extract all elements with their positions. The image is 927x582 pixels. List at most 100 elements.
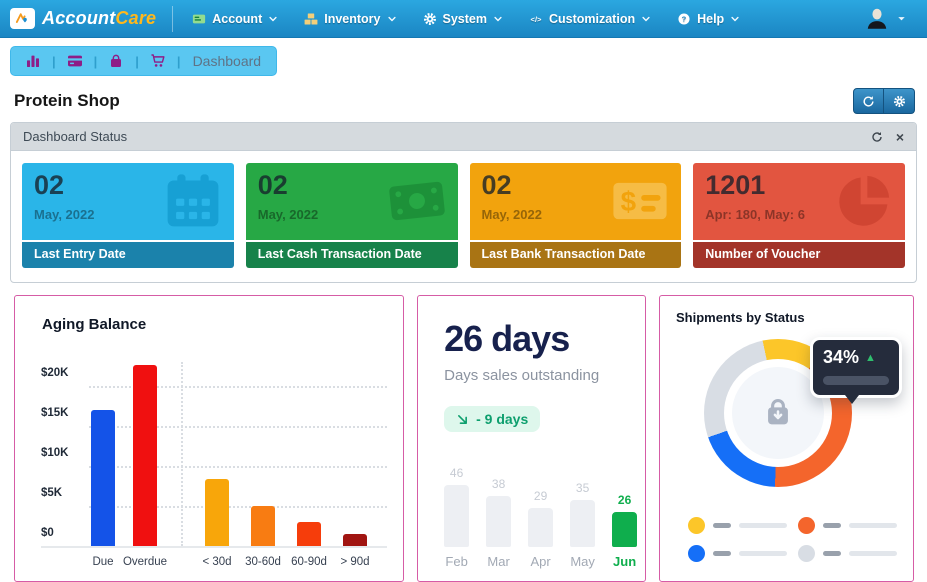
dso-bar-label: Feb xyxy=(445,554,467,569)
menu-inventory[interactable]: Inventory xyxy=(291,0,409,38)
chevron-down-icon xyxy=(268,14,278,24)
chevron-down-icon xyxy=(387,14,397,24)
aging-bar-60-90d xyxy=(297,522,321,546)
dso-bar-label: Apr xyxy=(530,554,550,569)
dso-bar-value: 26 xyxy=(618,493,631,507)
svg-text:$: $ xyxy=(621,186,637,217)
menu-label: Customization xyxy=(549,12,635,26)
menu-customization[interactable]: </> Customization xyxy=(516,0,664,38)
dso-bar-label: Jun xyxy=(613,554,636,569)
days-sales-outstanding-panel: 26 days Days sales outstanding - 9 days … xyxy=(417,295,646,582)
y-axis-tick: $10K xyxy=(41,447,69,459)
y-axis-tick: $0 xyxy=(41,527,54,539)
aging-bar-30d xyxy=(205,479,229,546)
brand-logo-icon xyxy=(10,8,35,29)
x-axis-label: 30-60d xyxy=(245,556,281,568)
navbar-divider xyxy=(172,6,173,32)
money-bill-icon xyxy=(388,172,446,230)
status-card-body: 02May, 2022 xyxy=(22,163,234,240)
aging-bar-overdue xyxy=(133,365,157,546)
legend-placeholder-short xyxy=(713,523,731,528)
refresh-button[interactable] xyxy=(853,88,884,114)
bar-chart-icon[interactable] xyxy=(25,53,41,69)
charts-row: Aging Balance $0$5K$10K$15K$20KDueOverdu… xyxy=(14,295,914,582)
breadcrumb-current: Dashboard xyxy=(193,53,262,69)
trend-badge: - 9 days xyxy=(444,406,540,432)
breadcrumb-icons: |||| xyxy=(25,53,181,69)
user-avatar-icon xyxy=(864,6,890,32)
legend-placeholder-long xyxy=(849,523,897,528)
y-axis-tick: $5K xyxy=(41,487,62,499)
status-card-label: Last Cash Transaction Date xyxy=(246,242,458,268)
trend-badge-label: - 9 days xyxy=(476,411,528,427)
y-axis-tick: $20K xyxy=(41,367,69,379)
svg-text:?: ? xyxy=(682,14,687,23)
credit-card-icon[interactable] xyxy=(67,53,83,69)
aging-balance-panel: Aging Balance $0$5K$10K$15K$20KDueOverdu… xyxy=(14,295,404,582)
main-menu: Account Inventory System </> Customization ?H… xyxy=(179,0,753,38)
group-separator-line xyxy=(181,362,183,546)
dso-bar-value: 35 xyxy=(576,481,589,495)
panel-header-actions: × xyxy=(871,130,904,144)
chart-pie-icon xyxy=(835,172,893,230)
dso-bar-value: 46 xyxy=(450,466,463,480)
user-menu[interactable] xyxy=(864,6,915,32)
tooltip-bar xyxy=(823,376,889,385)
legend-placeholder-short xyxy=(713,551,731,556)
page-actions xyxy=(853,88,915,114)
dso-bar-apr: 29Apr xyxy=(528,489,553,569)
chevron-down-icon xyxy=(730,14,740,24)
menu-label: Account xyxy=(212,12,262,26)
x-axis-label: > 90d xyxy=(340,556,369,568)
dso-bar-jun: 26 Jun xyxy=(612,493,637,569)
menu-label: Inventory xyxy=(324,12,380,26)
dso-bar xyxy=(486,496,511,547)
legend-dot xyxy=(798,545,815,562)
chevron-down-icon xyxy=(896,13,907,24)
gear-icon xyxy=(423,12,437,26)
money-check-icon xyxy=(192,12,206,26)
svg-text:</>: </> xyxy=(531,14,543,23)
x-axis-label: < 30d xyxy=(202,556,231,568)
settings-button[interactable] xyxy=(884,88,915,114)
menu-system[interactable]: System xyxy=(410,0,516,38)
boxes-icon xyxy=(304,12,318,26)
dso-bar xyxy=(612,512,637,547)
dso-bar-label: May xyxy=(570,554,595,569)
dso-subtitle: Days sales outstanding xyxy=(444,367,645,384)
refresh-icon[interactable] xyxy=(871,131,883,143)
breadcrumb-strip: |||| Dashboard xyxy=(0,38,927,84)
status-card-last-entry-date: 02May, 2022Last Entry Date xyxy=(22,163,234,268)
y-axis-tick: $15K xyxy=(41,407,69,419)
status-cards-row: 02May, 2022Last Entry Date02May, 2022 Las… xyxy=(11,151,916,282)
dso-bar-feb: 46 Feb xyxy=(444,466,469,569)
shopping-bag-icon[interactable] xyxy=(108,53,124,69)
dso-bar xyxy=(444,485,469,547)
status-card-number-of-voucher: 1201Apr: 180, May: 6Number of Voucher xyxy=(693,163,905,268)
legend-item-gray xyxy=(798,545,897,562)
donut-tooltip: 34% ▲ xyxy=(810,337,902,398)
legend-placeholder-long xyxy=(739,523,787,528)
app-logo[interactable]: AccountCare xyxy=(10,8,156,29)
legend-dot xyxy=(688,545,705,562)
dso-mini-chart: 46Feb38Mar29Apr35May26Jun xyxy=(444,466,639,569)
menu-help[interactable]: ?Help xyxy=(664,0,753,38)
menu-account[interactable]: Account xyxy=(179,0,291,38)
aging-balance-chart: $0$5K$10K$15K$20KDueOverdue< 30d30-60d60… xyxy=(15,337,403,577)
dso-value: 26 days xyxy=(444,318,645,360)
chevron-down-icon xyxy=(493,14,503,24)
tooltip-value: 34% xyxy=(823,347,859,368)
top-navbar: AccountCare Account Inventory System </> Cus… xyxy=(0,0,927,38)
tooltip-value-row: 34% ▲ xyxy=(823,347,889,368)
shopping-cart-icon[interactable] xyxy=(150,53,166,69)
close-icon[interactable]: × xyxy=(896,130,904,144)
breadcrumb-separator: | xyxy=(94,54,98,69)
dso-bar-label: Mar xyxy=(487,554,509,569)
breadcrumb-separator: | xyxy=(177,54,181,69)
legend-item-orange xyxy=(798,517,897,534)
chart-title: Aging Balance xyxy=(42,316,403,333)
legend-placeholder-short xyxy=(823,523,841,528)
triangle-up-icon: ▲ xyxy=(865,352,876,364)
aging-bar-30-60d xyxy=(251,506,275,546)
status-card-body: 02May, 2022$ xyxy=(470,163,682,240)
